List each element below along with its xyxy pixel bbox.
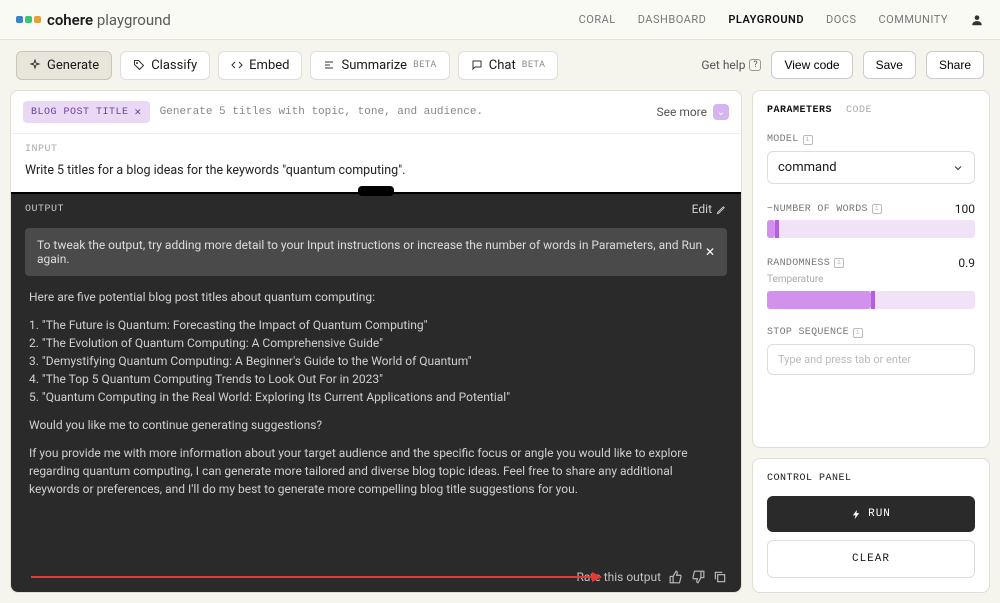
output-followup1: Would you like me to continue generating… [29,416,723,434]
stop-sequence-input[interactable]: Type and press tab or enter [767,344,975,375]
panel-tabs: PARAMETERS CODE [767,105,975,116]
words-slider[interactable] [767,220,975,238]
nav-dashboard[interactable]: DASHBOARD [638,13,707,26]
run-button[interactable]: RUN [767,496,975,532]
nav-coral[interactable]: CORAL [579,13,616,26]
prompt-placeholder: Generate 5 titles with topic, tone, and … [160,106,483,118]
bolt-icon [851,509,862,520]
prompt-bar: BLOG POST TITLE ✕ Generate 5 titles with… [11,91,741,134]
beta-badge: BETA [413,60,437,70]
chevron-down-icon: ⌄ [713,104,729,120]
nav-community[interactable]: COMMUNITY [878,13,948,26]
thumbs-down-icon[interactable] [691,570,705,584]
annotation-arrow [31,576,601,578]
randomness-sublabel: Temperature [767,274,975,285]
info-icon[interactable]: i [872,204,882,214]
logo[interactable]: cohere playground [16,11,171,29]
resize-handle[interactable] [358,186,394,196]
output-body: Here are five potential blog post titles… [11,286,741,562]
embed-icon [231,59,243,71]
randomness-label: RANDOMNESSi [767,258,844,269]
output-intro: Here are five potential blog post titles… [29,288,723,306]
logo-icon [16,16,41,23]
output-area: OUTPUT Edit To tweak the output, try add… [11,192,741,592]
tag-icon [133,59,145,71]
thumbs-up-icon[interactable] [669,570,683,584]
chevron-down-icon [952,162,964,174]
see-more-button[interactable]: See more ⌄ [656,104,729,120]
help-icon: ? [749,59,761,71]
pencil-icon [716,204,727,215]
info-icon[interactable]: i [803,135,813,145]
tab-generate[interactable]: Generate [16,51,112,80]
clear-button[interactable]: CLEAR [767,540,975,578]
left-column: BLOG POST TITLE ✕ Generate 5 titles with… [10,90,742,593]
words-value: 100 [955,202,975,216]
output-label: OUTPUT [25,204,64,215]
control-panel-label: CONTROL PANEL [767,473,975,484]
stop-label: STOP SEQUENCEi [767,327,975,338]
main: BLOG POST TITLE ✕ Generate 5 titles with… [0,90,1000,603]
view-code-button[interactable]: View code [771,51,852,79]
model-label: MODELi [767,134,975,145]
model-select[interactable]: command [767,151,975,184]
mode-tabs: Generate Classify Embed Summarize BETA C… [16,51,558,80]
tab-classify[interactable]: Classify [120,51,210,80]
randomness-slider[interactable] [767,291,975,309]
input-text[interactable]: Write 5 titles for a blog ideas for the … [25,163,727,178]
nav-docs[interactable]: DOCS [826,13,856,26]
randomness-value: 0.9 [958,256,975,270]
sparkle-icon [29,59,41,71]
input-label: INPUT [25,144,727,155]
beta-badge: BETA [522,60,546,70]
summarize-icon [323,59,335,71]
right-column: PARAMETERS CODE MODELi command ~NUMBER O… [752,90,990,593]
user-icon[interactable] [970,13,984,27]
close-icon[interactable]: ✕ [705,245,715,259]
words-label: ~NUMBER OF WORDSi [767,204,882,215]
edit-button[interactable]: Edit [692,202,727,216]
subbar: Generate Classify Embed Summarize BETA C… [0,40,1000,90]
info-icon[interactable]: i [834,258,844,268]
tab-parameters[interactable]: PARAMETERS [767,105,832,116]
nav-playground[interactable]: PLAYGROUND [728,13,804,26]
get-help-link[interactable]: Get help ? [701,58,761,72]
tab-chat[interactable]: Chat BETA [458,51,559,80]
tab-embed[interactable]: Embed [218,51,302,80]
logo-product: playground [97,11,171,29]
save-button[interactable]: Save [863,51,916,79]
logo-brand: cohere [47,11,93,29]
header-actions: Get help ? View code Save Share [701,51,984,79]
nav-links: CORAL DASHBOARD PLAYGROUND DOCS COMMUNIT… [579,13,984,27]
tab-summarize[interactable]: Summarize BETA [310,51,449,80]
tab-code[interactable]: CODE [846,105,872,116]
share-button[interactable]: Share [926,51,984,79]
topbar: cohere playground CORAL DASHBOARD PLAYGR… [0,0,1000,40]
info-icon[interactable]: i [853,328,863,338]
chat-icon [471,59,483,71]
parameters-panel: PARAMETERS CODE MODELi command ~NUMBER O… [752,90,990,448]
input-area: INPUT Write 5 titles for a blog ideas fo… [11,134,741,192]
preset-chip[interactable]: BLOG POST TITLE ✕ [23,101,150,123]
control-panel: CONTROL PANEL RUN CLEAR [752,458,990,593]
close-icon[interactable]: ✕ [135,105,142,119]
output-followup2: If you provide me with more information … [29,444,723,498]
output-list: 1. "The Future is Quantum: Forecasting t… [29,316,723,406]
hint-banner: To tweak the output, try adding more det… [25,228,727,276]
copy-icon[interactable] [713,570,727,584]
